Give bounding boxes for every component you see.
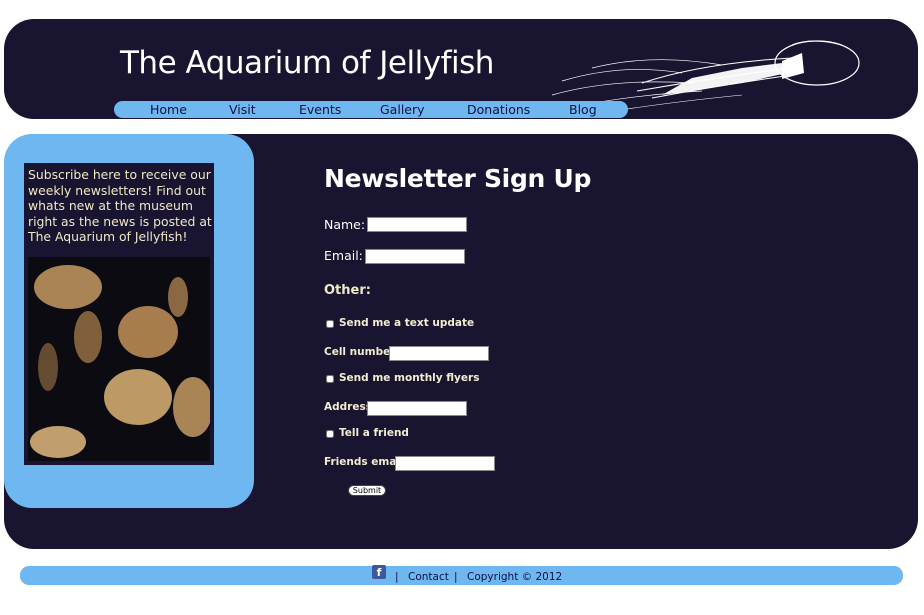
cell-number-field[interactable] bbox=[389, 346, 489, 361]
tell-friend-checkbox[interactable] bbox=[326, 430, 334, 438]
nav-gallery[interactable]: Gallery bbox=[380, 101, 425, 118]
newsletter-form: Newsletter Sign Up Name: Email: Other: S… bbox=[324, 164, 724, 534]
text-update-checkbox[interactable] bbox=[326, 320, 334, 328]
jellyfish-photo bbox=[28, 257, 210, 461]
email-label: Email: bbox=[324, 248, 363, 263]
nav-blog[interactable]: Blog bbox=[569, 101, 597, 118]
sidebar-text: Subscribe here to receive our weekly new… bbox=[28, 167, 212, 244]
nav-donations[interactable]: Donations bbox=[467, 101, 530, 118]
name-field[interactable] bbox=[367, 217, 467, 232]
site-header: The Aquarium of Jellyfish Home Visit Eve… bbox=[4, 19, 918, 119]
copyright-text: Copyright © 2012 bbox=[467, 571, 563, 583]
monthly-flyers-label: Send me monthly flyers bbox=[339, 372, 480, 384]
site-footer: f | Contact | Copyright © 2012 bbox=[20, 565, 903, 588]
sidebar: Subscribe here to receive our weekly new… bbox=[4, 134, 254, 508]
name-label: Name: bbox=[324, 217, 366, 232]
site-title: The Aquarium of Jellyfish bbox=[120, 45, 494, 81]
text-update-label: Send me a text update bbox=[339, 317, 475, 329]
contact-link[interactable]: Contact bbox=[408, 566, 449, 588]
friends-email-field[interactable] bbox=[395, 456, 495, 471]
email-field[interactable] bbox=[365, 249, 465, 264]
tell-friend-label: Tell a friend bbox=[339, 427, 409, 439]
nav-visit[interactable]: Visit bbox=[229, 101, 256, 118]
other-label: Other: bbox=[324, 283, 371, 298]
sidebar-box: Subscribe here to receive our weekly new… bbox=[24, 163, 214, 465]
address-field[interactable] bbox=[367, 401, 467, 416]
nav-events[interactable]: Events bbox=[299, 101, 341, 118]
monthly-flyers-checkbox[interactable] bbox=[326, 375, 334, 383]
footer-separator: | bbox=[454, 571, 458, 583]
footer-separator: | bbox=[395, 571, 399, 583]
facebook-icon[interactable]: f bbox=[372, 565, 386, 579]
submit-button[interactable]: Submit bbox=[348, 485, 386, 496]
main-panel: Subscribe here to receive our weekly new… bbox=[4, 134, 918, 549]
nav-home[interactable]: Home bbox=[150, 101, 187, 118]
main-nav: Home Visit Events Gallery Donations Blog bbox=[114, 101, 628, 118]
form-title: Newsletter Sign Up bbox=[324, 164, 592, 193]
